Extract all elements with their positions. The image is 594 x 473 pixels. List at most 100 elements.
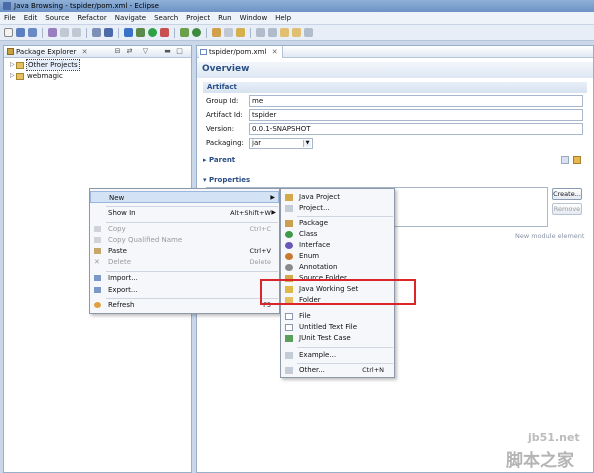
menu-item-refresh[interactable]: Refresh F5 [90, 299, 279, 311]
menu-navigate[interactable]: Navigate [115, 14, 146, 22]
history-icon[interactable] [304, 28, 313, 37]
menu-item-export[interactable]: Export... [90, 284, 279, 296]
paste-toolbar-icon[interactable] [72, 28, 81, 37]
submenu-java-project[interactable]: Java Project [281, 192, 394, 203]
prev-annotation-icon[interactable] [268, 28, 277, 37]
menu-file[interactable]: File [4, 14, 16, 22]
enum-icon [285, 253, 293, 260]
submenu-label: Example... [299, 351, 337, 359]
submenu-annotation[interactable]: Annotation [281, 262, 394, 273]
menu-run[interactable]: Run [218, 14, 231, 22]
menu-item-label: New [109, 194, 125, 202]
menu-window[interactable]: Window [240, 14, 268, 22]
next-annotation-icon[interactable] [256, 28, 265, 37]
parent-section-label: Parent [208, 156, 236, 164]
package-icon [285, 220, 293, 227]
build-icon[interactable] [92, 28, 101, 37]
window-title: Java Browsing - tspider/pom.xml - Eclips… [14, 2, 159, 10]
menu-item-label: Delete [108, 258, 131, 266]
new-module-hint[interactable]: New module element [515, 232, 584, 240]
submenu-package[interactable]: Package [281, 218, 394, 229]
view-menu-icon[interactable]: ▽ [142, 48, 149, 55]
menu-item-label: Paste [108, 247, 127, 255]
editor-tab-pom[interactable]: tspider/pom.xml ✕ [199, 46, 283, 58]
back-icon[interactable] [280, 28, 289, 37]
wrench-icon[interactable] [124, 28, 133, 37]
menu-item-show-in[interactable]: Show In Alt+Shift+W ▶ [90, 207, 279, 219]
submenu-class[interactable]: Class [281, 229, 394, 240]
submenu-project[interactable]: Project... [281, 203, 394, 214]
parent-section-header[interactable]: ▸ Parent [203, 156, 235, 164]
properties-section-header[interactable]: ▾ Properties [203, 176, 250, 184]
run-icon[interactable] [148, 28, 157, 37]
submenu-label: Project... [299, 204, 330, 212]
debug-icon[interactable] [136, 28, 145, 37]
open-type-icon[interactable] [104, 28, 113, 37]
highlight-annotation-box [260, 279, 416, 305]
menu-item-import[interactable]: Import... [90, 272, 279, 284]
new-java-project-icon[interactable] [180, 28, 189, 37]
main-toolbar [0, 25, 594, 41]
menu-item-new[interactable]: New ▶ [90, 191, 279, 203]
select-parent-icon[interactable] [561, 156, 569, 164]
save-all-icon[interactable] [28, 28, 37, 37]
paste-icon [94, 248, 101, 254]
close-tab-icon[interactable]: ✕ [82, 48, 88, 56]
pencil-icon[interactable] [236, 28, 245, 37]
print-icon[interactable] [48, 28, 57, 37]
menu-item-label: Copy [108, 225, 126, 233]
project-folder-icon [16, 72, 24, 80]
menu-edit[interactable]: Edit [24, 14, 38, 22]
submenu-enum[interactable]: Enum [281, 251, 394, 262]
watermark-site: jb51.net [528, 431, 580, 444]
close-tab-icon[interactable]: ✕ [272, 48, 278, 56]
new-class-icon[interactable] [192, 28, 201, 37]
search-toolbar-icon[interactable] [224, 28, 233, 37]
menu-refactor[interactable]: Refactor [77, 14, 106, 22]
group-id-field[interactable]: me [249, 95, 583, 107]
open-parent-icon[interactable] [573, 156, 581, 164]
maximize-view-icon[interactable]: □ [176, 48, 183, 55]
menu-search[interactable]: Search [154, 14, 178, 22]
submenu-other[interactable]: Other... Ctrl+N [281, 365, 394, 376]
open-folder-icon[interactable] [212, 28, 221, 37]
window-title-bar: Java Browsing - tspider/pom.xml - Eclips… [0, 0, 594, 12]
minimize-view-icon[interactable]: ▬ [164, 48, 171, 55]
chevron-down-icon[interactable]: ▼ [303, 140, 311, 147]
run-external-icon[interactable] [160, 28, 169, 37]
menu-project[interactable]: Project [186, 14, 210, 22]
version-field[interactable]: 0.0.1-SNAPSHOT [249, 123, 583, 135]
forward-icon[interactable] [292, 28, 301, 37]
submenu-junit-test-case[interactable]: JUnit Test Case [281, 333, 394, 344]
properties-section-label: Properties [208, 176, 251, 184]
package-explorer-tab[interactable]: Package Explorer ✕ [6, 46, 88, 58]
submenu-label: File [299, 312, 311, 320]
new-icon[interactable] [4, 28, 13, 37]
submenu-label: Class [299, 230, 318, 238]
menu-item-delete[interactable]: ✕ Delete Delete [90, 256, 279, 268]
folder-icon [16, 61, 24, 69]
copy-toolbar-icon[interactable] [60, 28, 69, 37]
submenu-interface[interactable]: Interface [281, 240, 394, 251]
shortcut-label: Delete [249, 258, 271, 266]
submenu-file[interactable]: File [281, 311, 394, 322]
watermark-brand: 脚本之家 [506, 451, 574, 471]
tree-item-webmagic[interactable]: ▷ webmagic [10, 71, 63, 81]
package-explorer-tab-label: Package Explorer [16, 48, 77, 56]
artifact-id-field[interactable]: tspider [249, 109, 583, 121]
submenu-arrow-icon: ▶ [270, 194, 275, 201]
remove-button[interactable]: Remove [552, 203, 582, 215]
save-icon[interactable] [16, 28, 25, 37]
collapse-all-icon[interactable]: ⊟ [114, 48, 121, 55]
menu-help[interactable]: Help [275, 14, 291, 22]
submenu-untitled-text-file[interactable]: Untitled Text File [281, 322, 394, 333]
menu-source[interactable]: Source [45, 14, 69, 22]
packaging-label: Packaging: [206, 139, 244, 147]
create-button[interactable]: Create... [552, 188, 582, 200]
submenu-example[interactable]: Example... [281, 350, 394, 361]
packaging-select[interactable]: jar ▼ [249, 138, 313, 149]
tree-item-other-projects[interactable]: ▷ Other Projects [10, 59, 80, 71]
link-editor-icon[interactable]: ⇄ [126, 48, 133, 55]
other-wizard-icon [285, 367, 293, 374]
menu-separator [297, 347, 393, 348]
